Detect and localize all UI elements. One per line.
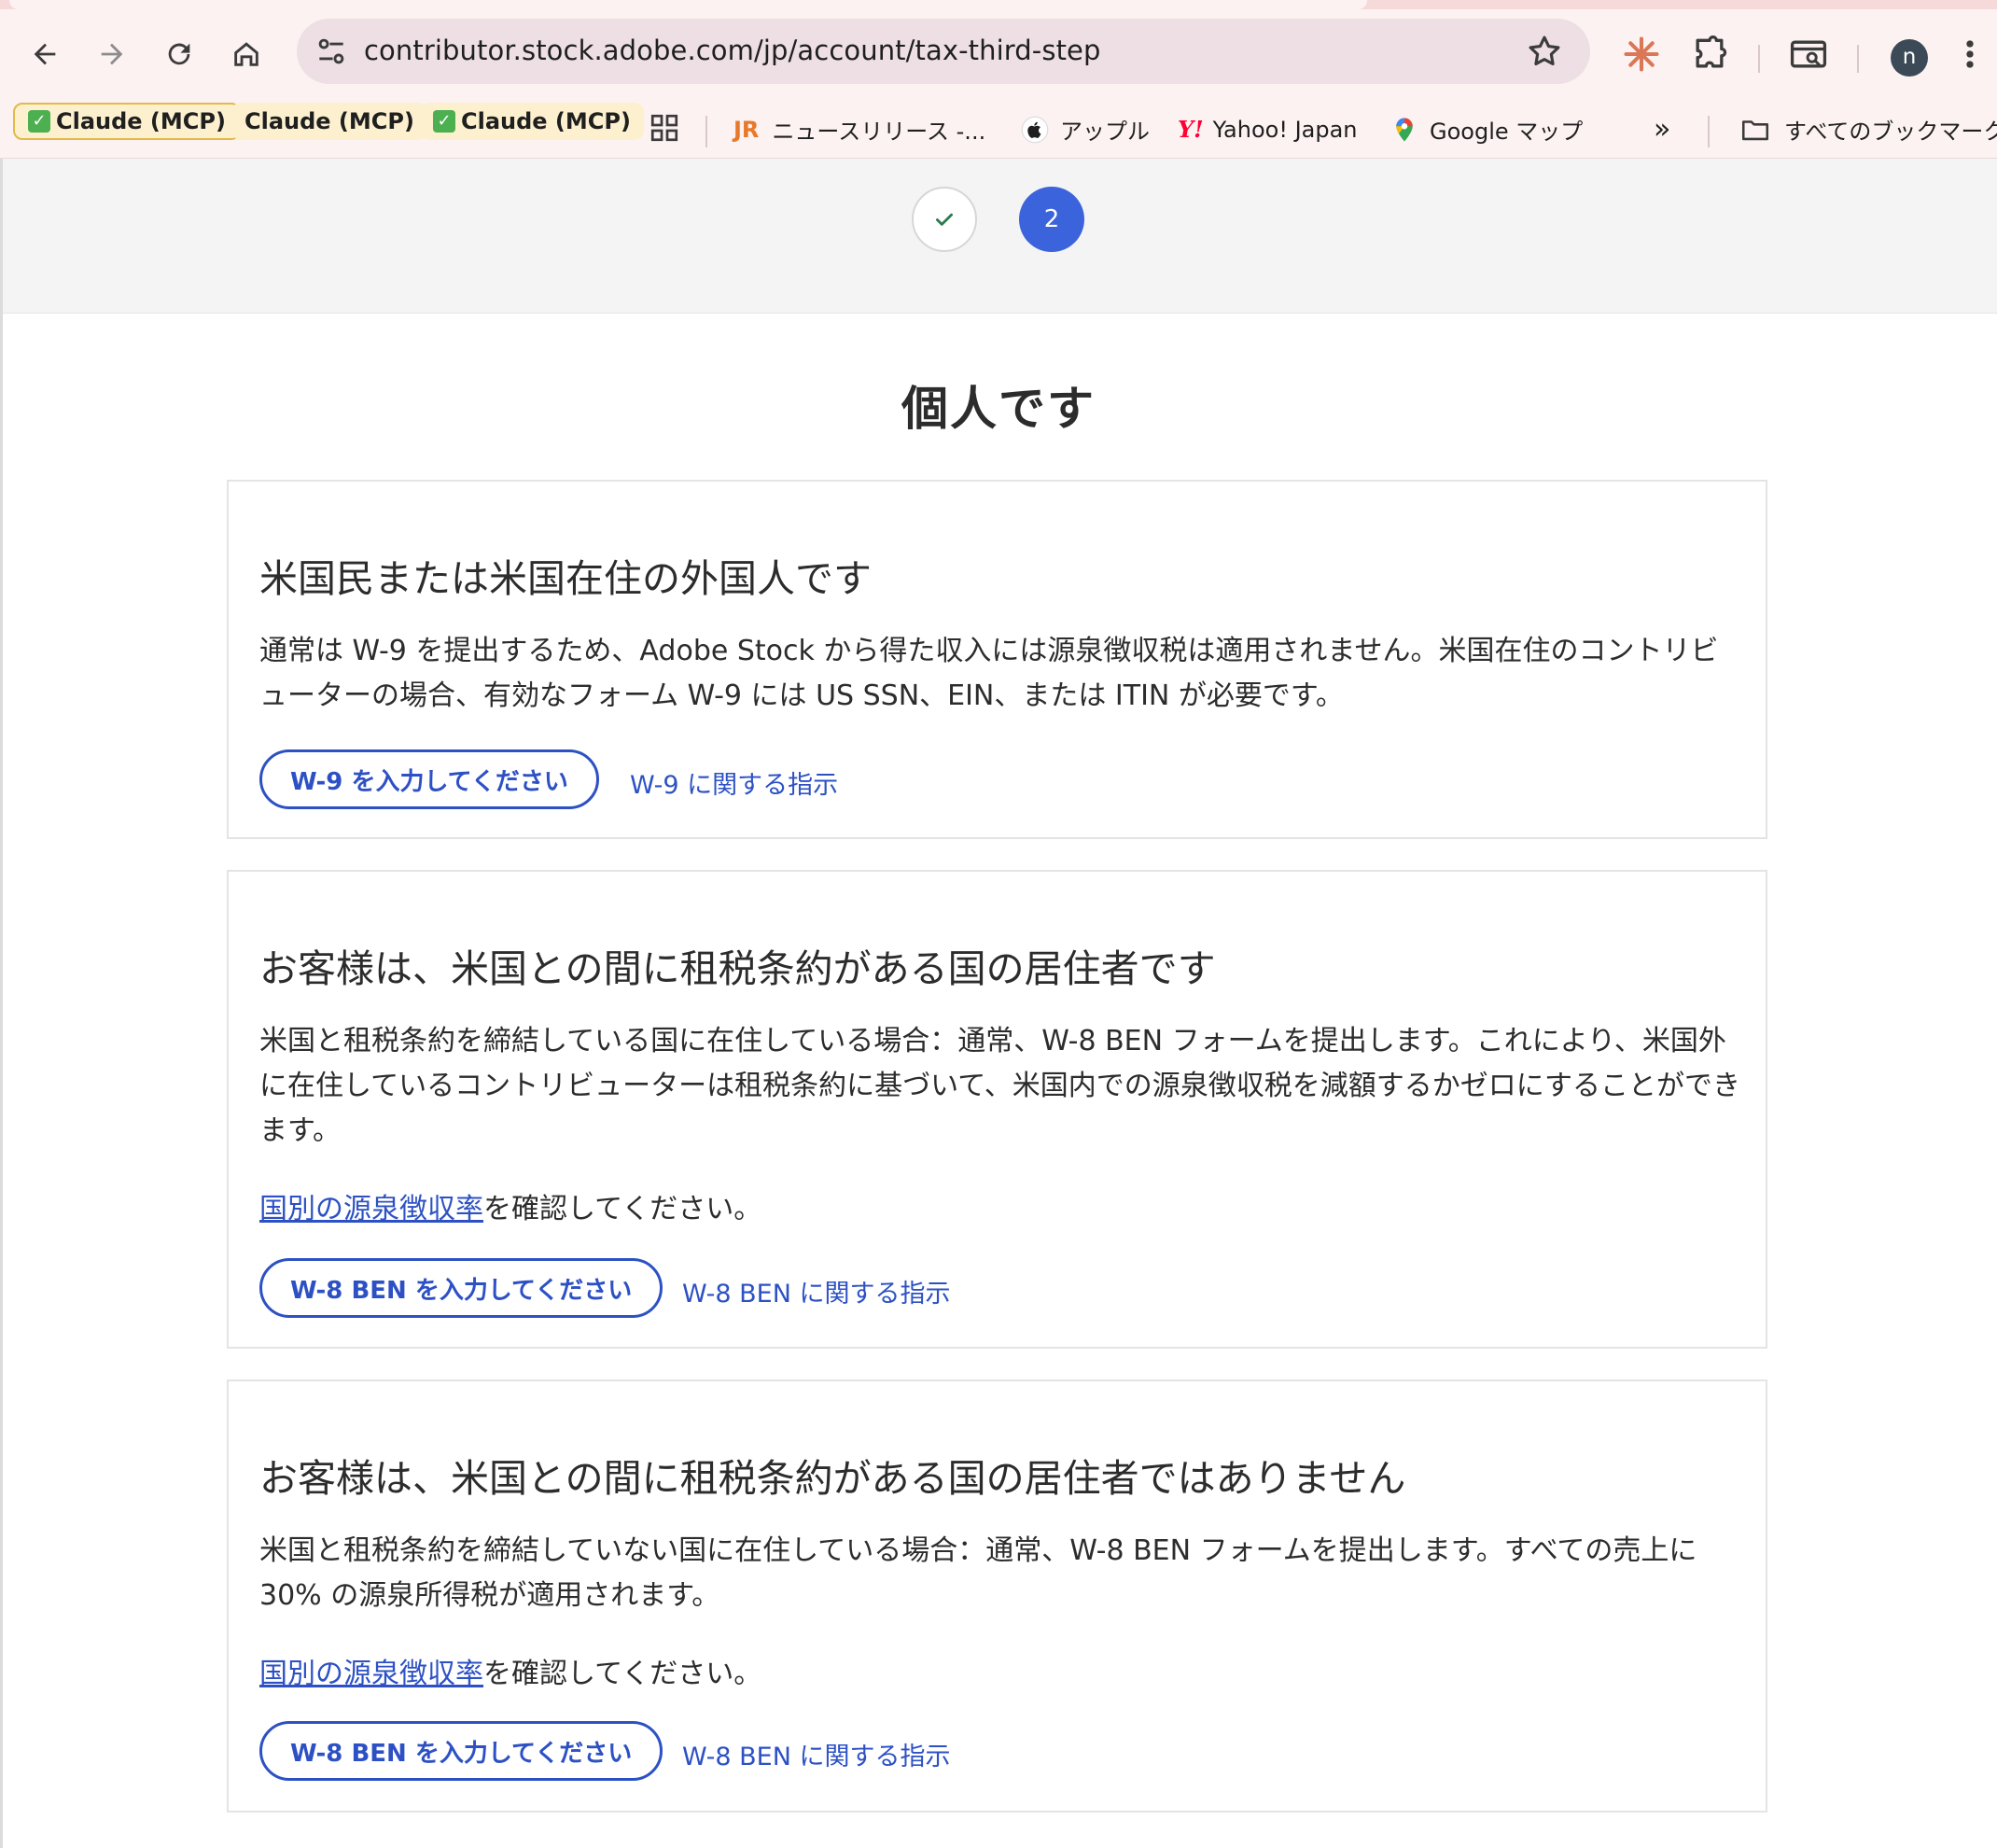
card-title: お客様は、米国との間に租税条約がある国の居住者ではありません	[259, 1456, 1406, 1501]
tab-search-icon[interactable]	[1788, 34, 1829, 75]
w8ben-fill-button[interactable]: W-8 BEN を入力してください	[259, 1721, 663, 1781]
bookmark-google-maps[interactable]: Google マップ	[1390, 100, 1583, 159]
folder-icon	[1741, 119, 1769, 140]
withholding-rate-line: 国別の源泉徴収率を確認してください。	[259, 1193, 762, 1225]
yahoo-logo-icon: Y!	[1178, 116, 1204, 143]
card-description: 米国と租税条約を締結している国に在住している場合：通常、W-8 BEN フォーム…	[259, 1025, 1740, 1147]
bookmark-all-bookmarks[interactable]: すべてのブックマーク	[1739, 100, 1997, 159]
bookmarks-overflow-button[interactable]: »	[1654, 100, 1670, 159]
toolbar-separator	[1857, 45, 1859, 73]
progress-stepper: 2	[3, 159, 1997, 314]
withholding-rate-link[interactable]: 国別の源泉徴収率	[259, 1193, 483, 1225]
withholding-rate-line: 国別の源泉徴収率を確認してください。	[259, 1658, 762, 1690]
bookmarks-separator	[705, 116, 707, 147]
page-title: 個人です	[901, 382, 1096, 436]
card-title: お客様は、米国との間に租税条約がある国の居住者です	[259, 946, 1216, 991]
address-bar[interactable]: contributor.stock.adobe.com/jp/account/t…	[297, 19, 1590, 84]
card-description: 通常は W-9 を提出するため、Adobe Stock から得た収入には源泉徴収…	[259, 635, 1719, 712]
w8ben-fill-button[interactable]: W-8 BEN を入力してください	[259, 1258, 663, 1318]
step-1-complete	[912, 187, 977, 252]
reload-icon	[168, 43, 190, 65]
url-text[interactable]: contributor.stock.adobe.com/jp/account/t…	[364, 35, 1101, 66]
home-button[interactable]	[222, 30, 271, 78]
reload-button[interactable]	[155, 30, 203, 78]
w9-instructions-link[interactable]: W-9 に関する指示	[630, 764, 838, 801]
bookmark-star-icon[interactable]	[1525, 32, 1564, 71]
extensions-puzzle-icon[interactable]	[1689, 34, 1730, 75]
home-icon	[234, 42, 258, 66]
bookmark-apple[interactable]: アップル	[1021, 100, 1150, 159]
card-title: 米国民または米国在住の外国人です	[259, 556, 872, 601]
google-maps-pin-icon	[1396, 118, 1413, 141]
w8ben-instructions-link[interactable]: W-8 BEN に関する指示	[682, 1273, 950, 1309]
site-settings-icon[interactable]	[314, 34, 349, 69]
bookmark-claude-mcp-2[interactable]: Claude (MCP)	[231, 103, 427, 140]
step-2-current: 2	[1019, 187, 1084, 252]
bookmark-claude-mcp-3[interactable]: ✓ Claude (MCP)	[420, 103, 644, 140]
checkmark-icon	[936, 213, 953, 226]
apple-logo-icon	[1021, 116, 1049, 143]
card-treaty-resident: お客様は、米国との間に租税条約がある国の居住者です 米国と租税条約を締結している…	[227, 870, 1767, 1349]
bookmark-yahoo-japan[interactable]: Y! Yahoo! Japan	[1178, 100, 1358, 159]
arrow-right-icon	[101, 43, 123, 65]
card-description: 米国と租税条約を締結していない国に在住している場合：通常、W-8 BEN フォー…	[259, 1534, 1697, 1612]
w9-fill-button[interactable]: W-9 を入力してください	[259, 749, 599, 809]
profile-avatar[interactable]: n	[1891, 39, 1928, 77]
check-mark-icon: ✓	[433, 110, 455, 133]
withholding-rate-link[interactable]: 国別の源泉徴収率	[259, 1658, 483, 1690]
bookmark-claude-mcp-1[interactable]: ✓ Claude (MCP)	[13, 103, 241, 140]
active-tab[interactable]	[9, 0, 1367, 9]
browser-toolbar: contributor.stock.adobe.com/jp/account/t…	[0, 9, 1997, 100]
bookmark-jr-news[interactable]: JR ニュースリリース -...	[733, 100, 985, 159]
toolbar-separator	[1758, 45, 1760, 73]
check-mark-icon: ✓	[28, 110, 50, 133]
jr-logo-icon: JR	[733, 116, 760, 143]
claude-extension-icon[interactable]	[1621, 34, 1662, 75]
arrow-left-icon	[34, 43, 56, 65]
bookmarks-bar: ✓ Claude (MCP) Claude (MCP) ✓ Claude (MC…	[0, 100, 1997, 159]
more-menu-icon[interactable]	[1956, 34, 1984, 75]
back-button[interactable]	[21, 30, 69, 78]
tab-strip	[0, 0, 1997, 9]
card-non-treaty-resident: お客様は、米国との間に租税条約がある国の居住者ではありません 米国と租税条約を締…	[227, 1379, 1767, 1813]
w8ben-instructions-link[interactable]: W-8 BEN に関する指示	[682, 1736, 950, 1772]
bookmarks-separator	[1708, 116, 1710, 147]
forward-button[interactable]	[88, 30, 136, 78]
apps-grid-icon[interactable]	[648, 111, 681, 145]
card-us-resident: 米国民または米国在住の外国人です 通常は W-9 を提出するため、Adobe S…	[227, 480, 1767, 839]
